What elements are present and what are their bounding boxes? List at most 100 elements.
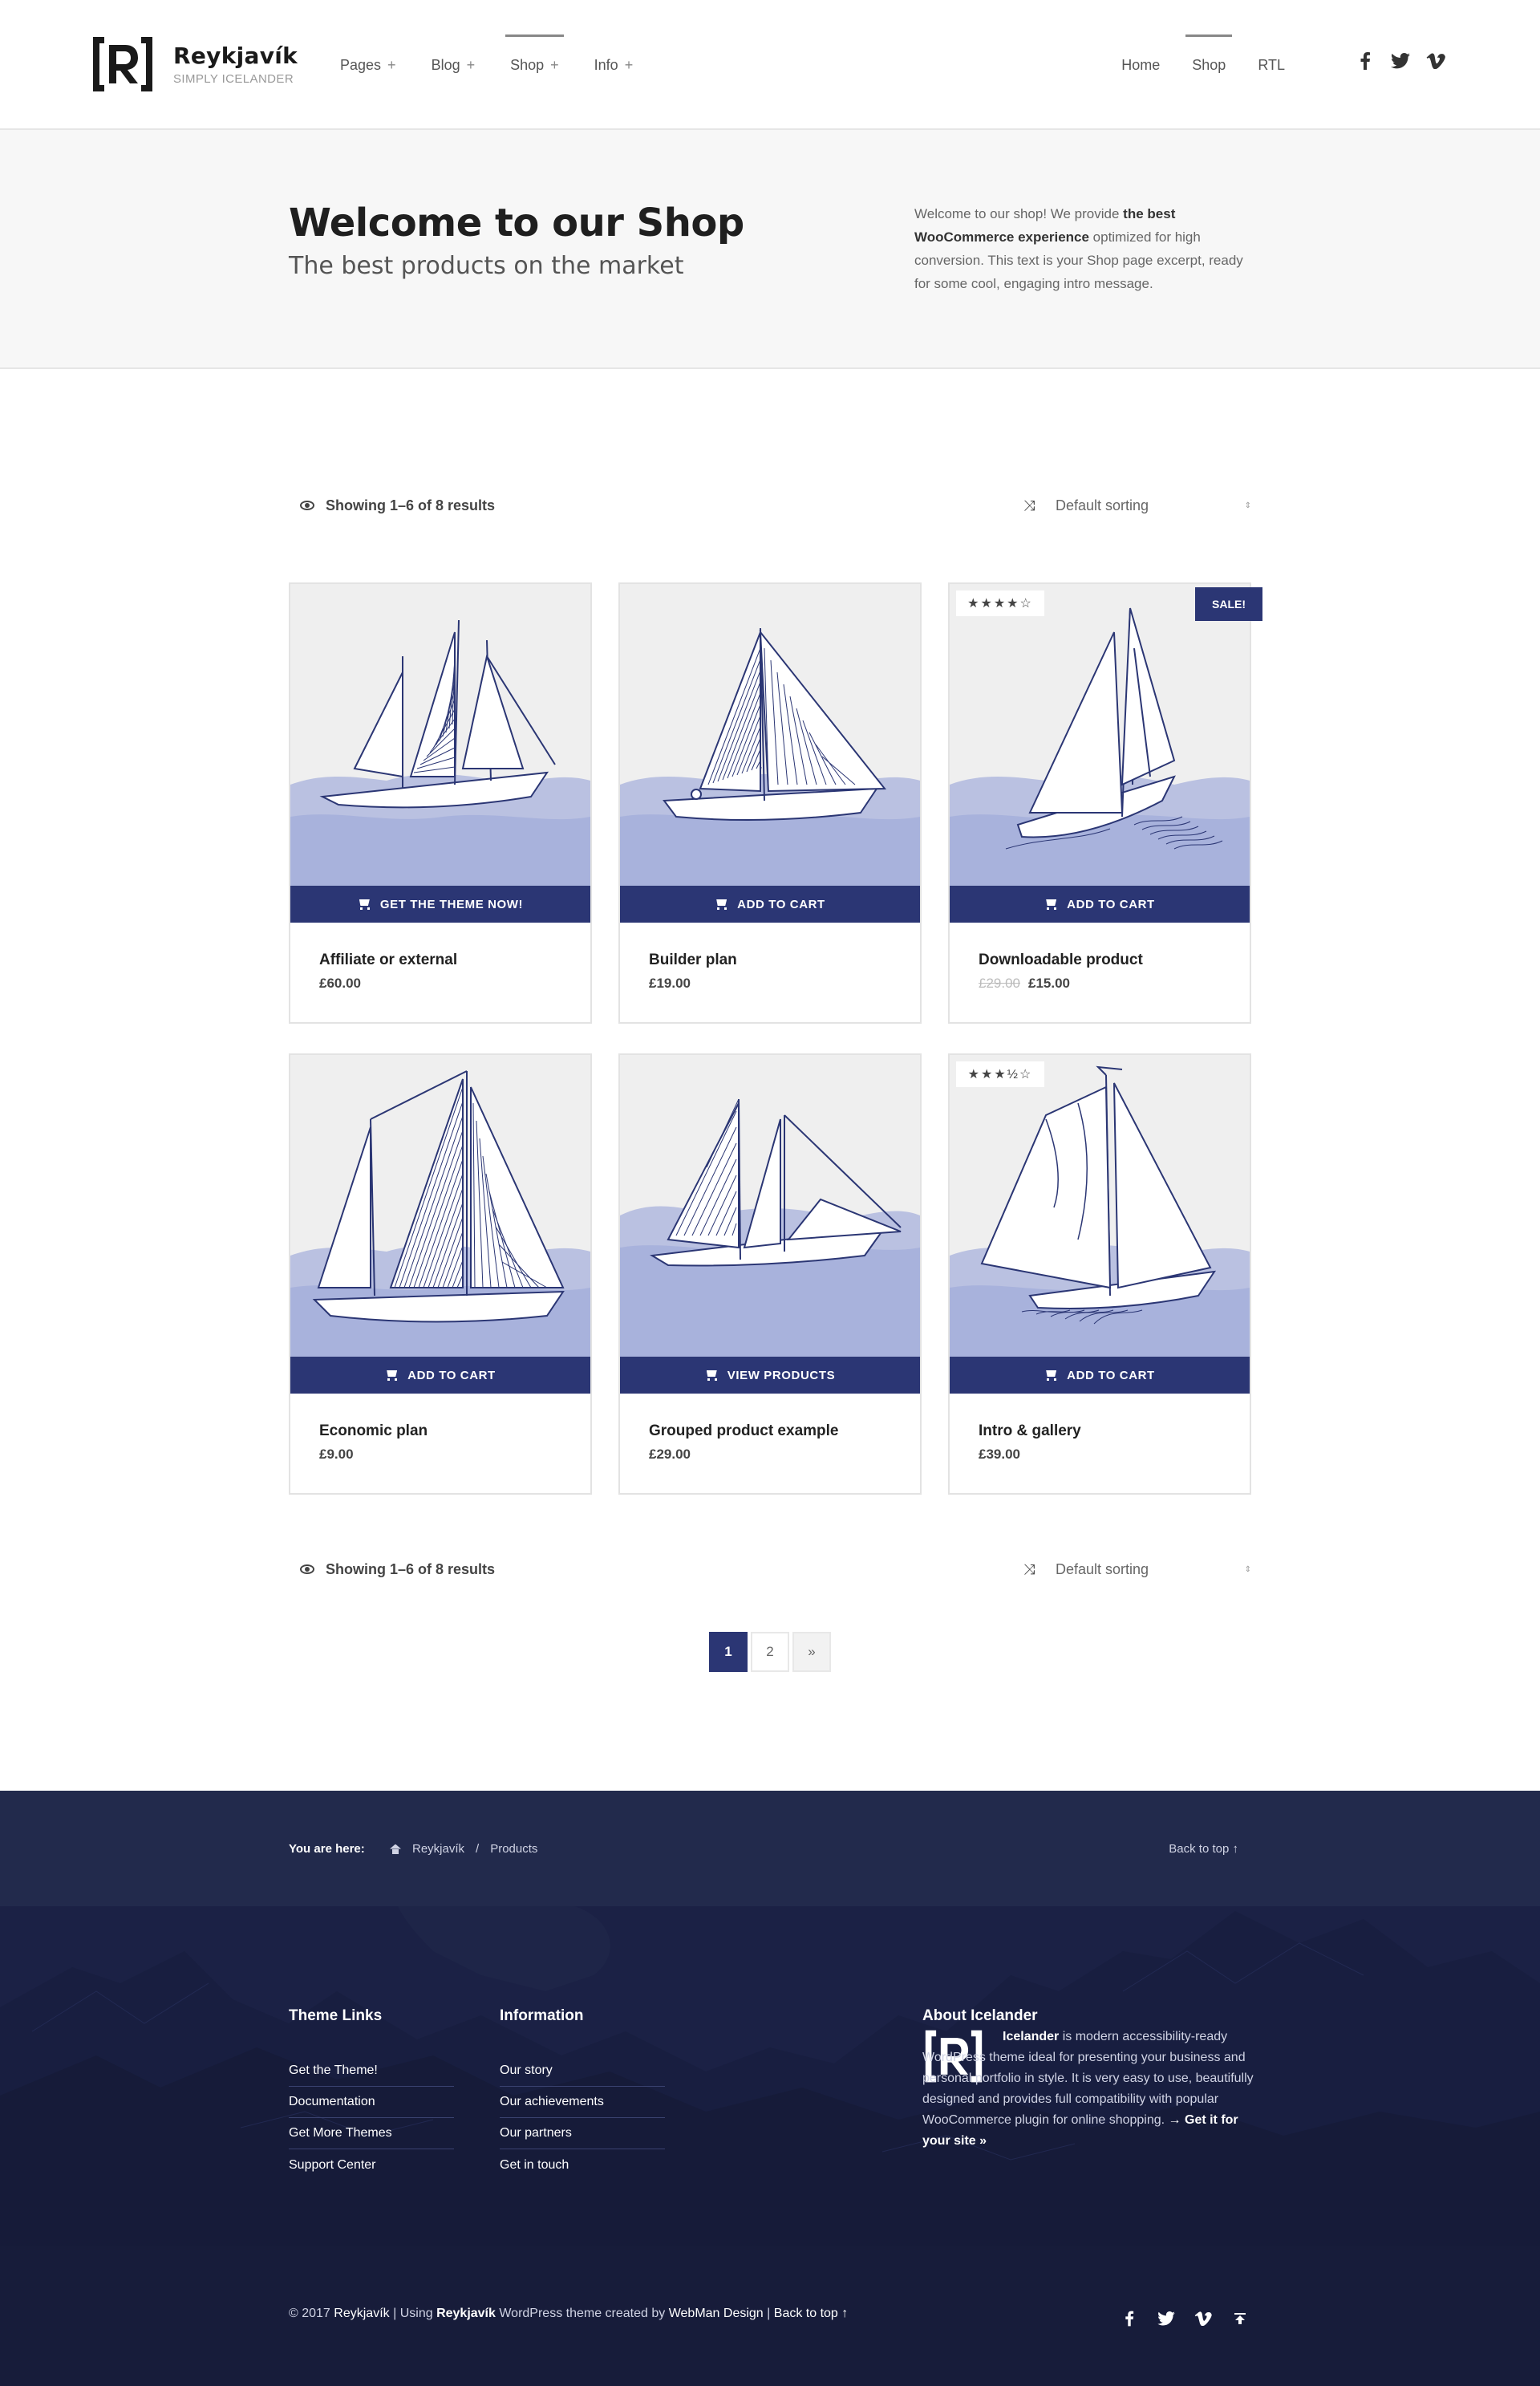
footer-link[interactable]: Get More Themes bbox=[289, 2118, 454, 2149]
current-price: £29.00 bbox=[649, 1447, 691, 1462]
product-card[interactable]: ADD TO CART Builder plan £19.00 bbox=[618, 582, 922, 1024]
page-2[interactable]: 2 bbox=[751, 1632, 789, 1672]
product-name[interactable]: Affiliate or external bbox=[319, 952, 457, 969]
nav-item-pages[interactable]: Pages + bbox=[340, 49, 396, 82]
add-to-cart-button[interactable]: ADD TO CART bbox=[620, 886, 920, 923]
expand-icon: + bbox=[387, 56, 396, 73]
product-card[interactable]: VIEW PRODUCTS Grouped product example £29.… bbox=[618, 1053, 922, 1495]
product-name[interactable]: Economic plan bbox=[319, 1422, 428, 1440]
next-page-button[interactable]: » bbox=[792, 1632, 831, 1672]
breadcrumb-separator: / bbox=[476, 1842, 480, 1856]
product-image[interactable] bbox=[290, 584, 590, 886]
site-header: Reykjavík SIMPLY ICELANDER Pages + Blog + … bbox=[0, 0, 1540, 130]
nav-label: Shop bbox=[510, 56, 545, 73]
product-image[interactable] bbox=[620, 1055, 920, 1357]
ship-illustration bbox=[620, 627, 920, 886]
product-name[interactable]: Intro & gallery bbox=[979, 1422, 1081, 1440]
old-price: £29.00 bbox=[979, 976, 1020, 991]
product-card[interactable]: ADD TO CART Economic plan £9.00 bbox=[289, 1053, 592, 1495]
footer-link[interactable]: Get the Theme! bbox=[289, 2055, 454, 2087]
shuffle-icon: ⤨ bbox=[1023, 497, 1035, 513]
product-name[interactable]: Downloadable product bbox=[979, 952, 1143, 969]
shop-excerpt: Welcome to our shop! We provide the best… bbox=[914, 202, 1251, 295]
add-to-cart-button[interactable]: VIEW PRODUCTS bbox=[620, 1357, 920, 1394]
add-to-cart-button[interactable]: ADD TO CART bbox=[950, 886, 1250, 923]
breadcrumb-bar: You are here: Reykjavík / Products Back … bbox=[0, 1791, 1540, 1906]
facebook-icon[interactable] bbox=[1356, 51, 1375, 71]
logo-icon bbox=[93, 37, 152, 91]
secondary-nav: Home Shop RTL bbox=[1121, 0, 1285, 130]
back-to-top-link[interactable]: Back to top ↑ bbox=[774, 2307, 849, 2320]
site-title[interactable]: Reykjavík bbox=[173, 43, 298, 69]
footer-link[interactable]: Our achievements bbox=[500, 2087, 665, 2118]
back-to-top-icon[interactable] bbox=[1230, 2309, 1250, 2328]
footer-link[interactable]: Our story bbox=[500, 2055, 665, 2087]
product-price: £29.00 £15.00 bbox=[979, 976, 1070, 992]
widget-title-theme-links: Theme Links bbox=[289, 2007, 383, 2024]
footer-link[interactable]: Documentation bbox=[289, 2087, 454, 2118]
author-link[interactable]: WebMan Design bbox=[669, 2307, 764, 2320]
page-subtitle: The best products on the market bbox=[289, 252, 684, 280]
sort-select[interactable]: ⤨ Default sorting ⇕ bbox=[1023, 497, 1251, 514]
nav-item-shop-secondary[interactable]: Shop bbox=[1185, 34, 1233, 82]
product-card[interactable]: ★★★★☆ SALE! ADD TO CART Downloadable produc… bbox=[948, 582, 1262, 1024]
nav-item-rtl[interactable]: RTL bbox=[1258, 49, 1285, 82]
site-logo[interactable]: Reykjavík SIMPLY ICELANDER bbox=[90, 35, 298, 93]
sort-arrow-icon: ⇕ bbox=[1244, 1564, 1251, 1574]
nav-item-home[interactable]: Home bbox=[1121, 49, 1160, 82]
nav-item-info[interactable]: Info + bbox=[594, 49, 634, 82]
add-to-cart-button[interactable]: ADD TO CART bbox=[290, 1357, 590, 1394]
excerpt-text: Welcome to our shop! We provide bbox=[914, 206, 1124, 221]
cart-icon bbox=[1044, 899, 1059, 910]
twitter-icon[interactable] bbox=[1157, 2309, 1176, 2328]
theme-links-list: Get the Theme! Documentation Get More Th… bbox=[289, 2055, 454, 2181]
star-rating: ★★★★☆ bbox=[956, 590, 1044, 616]
sort-arrow-icon: ⇕ bbox=[1244, 501, 1251, 510]
footer-link[interactable]: Support Center bbox=[289, 2149, 454, 2181]
product-card[interactable]: GET THE THEME NOW! Affiliate or external £… bbox=[289, 582, 592, 1024]
eye-icon bbox=[300, 1564, 314, 1574]
copyright-year: © 2017 bbox=[289, 2307, 330, 2320]
result-count: Showing 1–6 of 8 results bbox=[289, 497, 495, 514]
nav-item-blog[interactable]: Blog + bbox=[432, 49, 476, 82]
copyright-site-link[interactable]: Reykjavík bbox=[334, 2307, 389, 2320]
current-price: £15.00 bbox=[1028, 976, 1070, 991]
page-1[interactable]: 1 bbox=[709, 1632, 748, 1672]
sort-select[interactable]: ⤨ Default sorting ⇕ bbox=[1023, 1561, 1251, 1578]
vimeo-icon[interactable] bbox=[1426, 51, 1445, 71]
button-label: ADD TO CART bbox=[1067, 897, 1155, 911]
product-image[interactable] bbox=[290, 1055, 590, 1357]
product-image[interactable] bbox=[950, 1055, 1250, 1357]
footer-link[interactable]: Get in touch bbox=[500, 2149, 665, 2181]
information-list: Our story Our achievements Our partners … bbox=[500, 2055, 665, 2181]
cart-icon bbox=[705, 1370, 719, 1381]
footer-link[interactable]: Our partners bbox=[500, 2118, 665, 2149]
twitter-icon[interactable] bbox=[1391, 51, 1410, 71]
back-to-top-link[interactable]: Back to top ↑ bbox=[1169, 1842, 1238, 1856]
cart-icon bbox=[358, 899, 372, 910]
vimeo-icon[interactable] bbox=[1194, 2309, 1213, 2328]
header-social-links bbox=[1356, 51, 1445, 71]
footer-widgets: Theme Links Get the Theme! Documentation… bbox=[0, 1906, 1540, 2267]
breadcrumb: Reykjavík / Products bbox=[390, 1842, 537, 1856]
shuffle-icon: ⤨ bbox=[1023, 1560, 1035, 1577]
ship-illustration bbox=[950, 607, 1250, 886]
copyright-theme-name[interactable]: Reykjavík bbox=[436, 2307, 496, 2320]
product-image[interactable] bbox=[950, 584, 1250, 886]
result-count-text: Showing 1–6 of 8 results bbox=[326, 497, 496, 513]
nav-label: Pages bbox=[340, 56, 382, 73]
product-image[interactable] bbox=[620, 584, 920, 886]
add-to-cart-button[interactable]: ADD TO CART bbox=[950, 1357, 1250, 1394]
button-label: GET THE THEME NOW! bbox=[379, 897, 524, 911]
breadcrumb-label: You are here: bbox=[289, 1842, 365, 1856]
nav-item-shop[interactable]: Shop + bbox=[505, 34, 564, 82]
widget-title-about: About Icelander bbox=[922, 2007, 1038, 2024]
product-name[interactable]: Builder plan bbox=[649, 952, 737, 969]
product-card[interactable]: ★★★½☆ ADD TO CART Intro & gallery £39.00 bbox=[948, 1053, 1251, 1495]
button-label: VIEW PRODUCTS bbox=[727, 1368, 836, 1382]
product-name[interactable]: Grouped product example bbox=[649, 1422, 838, 1440]
facebook-icon[interactable] bbox=[1120, 2309, 1139, 2328]
expand-icon: + bbox=[550, 56, 559, 73]
add-to-cart-button[interactable]: GET THE THEME NOW! bbox=[290, 886, 590, 923]
breadcrumb-home-link[interactable]: Reykjavík bbox=[412, 1842, 464, 1856]
